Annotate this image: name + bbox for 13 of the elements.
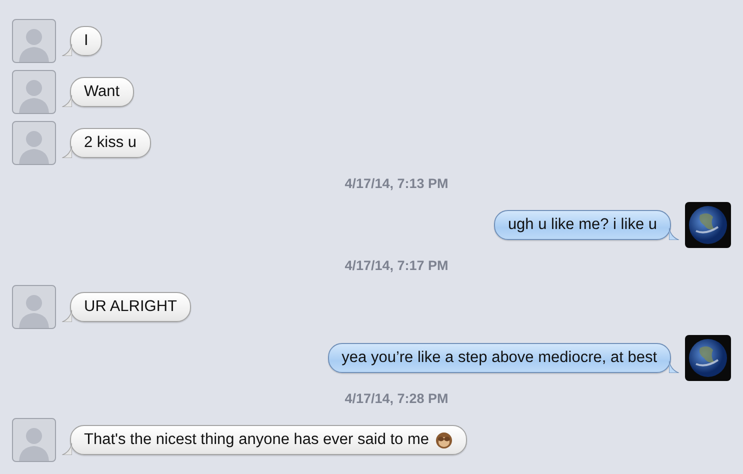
timestamp: 4/17/14, 7:28 PM — [344, 390, 450, 408]
timestamp: 4/17/14, 7:17 PM — [344, 257, 450, 275]
timestamp: 4/17/14, 7:13 PM — [344, 175, 450, 193]
message-text: ugh u like me? i like u — [508, 216, 657, 234]
message-text: I — [84, 32, 88, 50]
monkey-icon — [435, 430, 454, 448]
message-text: yea you’re like a step above mediocre, at best — [342, 348, 657, 366]
message-text: 2 kiss u — [84, 134, 137, 152]
earth-avatar — [685, 202, 731, 248]
message-text: That's the nicest thing anyone has ever said to me — [84, 430, 430, 448]
message-text: Want — [84, 82, 120, 100]
message-text: UR ALRIGHT — [84, 298, 178, 316]
earth-avatar — [685, 334, 731, 380]
